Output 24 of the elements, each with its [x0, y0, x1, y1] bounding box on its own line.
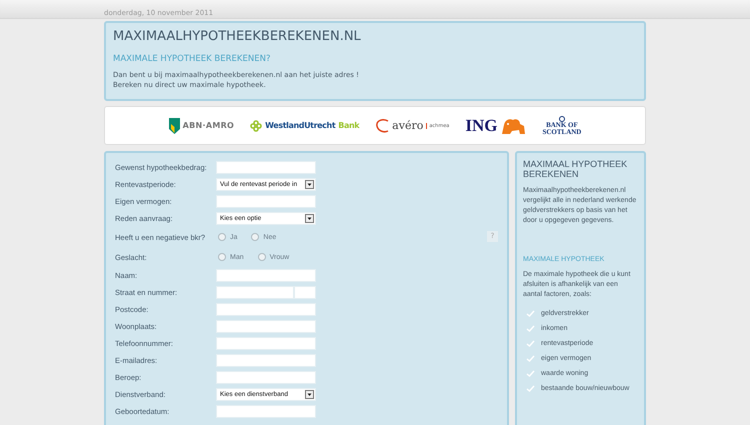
input-field[interactable]	[216, 371, 316, 384]
logo-text: ING	[465, 116, 498, 136]
site-title: MAXIMAALHYPOTHEEKBEREKENEN.NL	[113, 29, 361, 44]
logo-text: avéro	[392, 119, 424, 132]
caret-icon	[305, 180, 314, 189]
logo-text: Bank	[338, 121, 360, 130]
heading: MAXIMALE HYPOTHEEK BEREKENEN?	[113, 54, 270, 64]
logo-text: ABN·AMRO	[182, 121, 234, 130]
shield-icon	[168, 118, 180, 134]
sidebar-title: MAXIMAAL HYPOTHEEK BEREKENEN	[523, 159, 628, 179]
input-field[interactable]	[216, 337, 316, 350]
input-field[interactable]	[216, 354, 316, 367]
input-field[interactable]	[216, 286, 294, 299]
input-field[interactable]	[216, 269, 316, 282]
caret-icon	[305, 390, 314, 399]
input-field[interactable]	[294, 286, 316, 299]
input-field[interactable]	[216, 161, 316, 174]
caret-icon	[305, 214, 314, 223]
input-field[interactable]	[216, 303, 316, 316]
flower-icon	[250, 120, 262, 132]
input-field[interactable]	[216, 320, 316, 333]
input-field[interactable]	[216, 195, 316, 208]
logo-text: WestlandUtrecht	[265, 121, 336, 130]
input-field[interactable]	[216, 405, 316, 418]
